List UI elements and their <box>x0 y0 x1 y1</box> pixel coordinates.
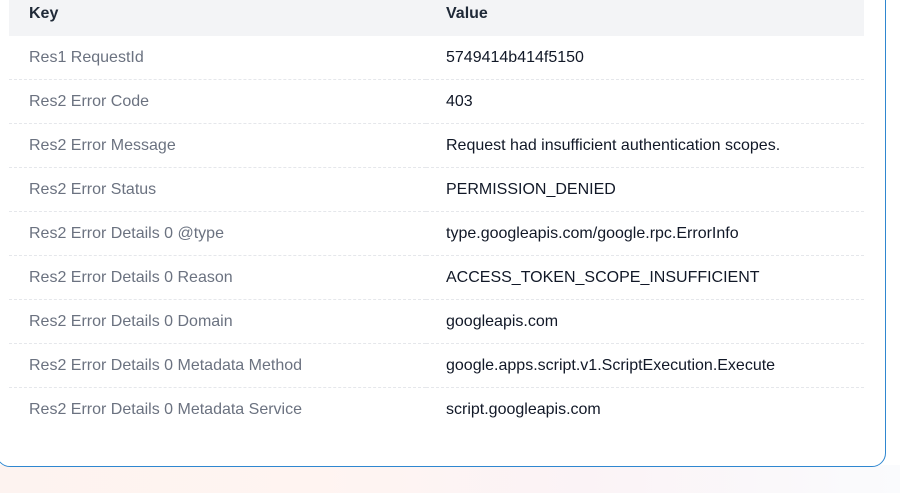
table-header-row: Key Value <box>9 0 864 36</box>
table-row: Res2 Error Details 0 Domain googleapis.c… <box>9 299 864 344</box>
row-key: Res2 Error Status <box>9 167 426 212</box>
background-glow <box>0 465 900 493</box>
row-value: Request had insufficient authentication … <box>426 123 864 168</box>
row-key: Res2 Error Details 0 Metadata Service <box>29 400 302 418</box>
table-row: Res1 RequestId 5749414b414f5150 <box>9 36 864 80</box>
row-value: PERMISSION_DENIED <box>426 167 864 212</box>
row-value: script.googleapis.com <box>446 400 601 418</box>
table-row: Res2 Error Code 403 <box>9 79 864 124</box>
key-value-table: Key Value Res1 RequestId 5749414b414f515… <box>9 0 864 431</box>
table-row: Res2 Error Status PERMISSION_DENIED <box>9 167 864 212</box>
row-value: 403 <box>426 79 864 124</box>
table-row: Res2 Error Details 0 Metadata Service sc… <box>9 388 864 432</box>
row-value: ACCESS_TOKEN_SCOPE_INSUFFICIENT <box>426 255 864 300</box>
table-header: Key Value <box>9 0 864 36</box>
page: Key Value Res1 RequestId 5749414b414f515… <box>0 0 900 493</box>
row-key: Res2 Error Code <box>9 79 426 124</box>
row-key: Res2 Error Details 0 Domain <box>9 299 426 344</box>
row-key: Res2 Error Details 0 Metadata Method <box>9 343 426 388</box>
row-value: 5749414b414f5150 <box>426 36 864 80</box>
response-details-panel: Key Value Res1 RequestId 5749414b414f515… <box>0 0 886 467</box>
column-header-value: Value <box>426 0 864 36</box>
column-header-key: Key <box>9 0 426 36</box>
row-value: type.googleapis.com/google.rpc.ErrorInfo <box>426 211 864 256</box>
table-body: Res1 RequestId 5749414b414f5150 Res2 Err… <box>9 36 864 431</box>
table-row: Res2 Error Details 0 @type type.googleap… <box>9 211 864 256</box>
table-row: Res2 Error Details 0 Reason ACCESS_TOKEN… <box>9 255 864 300</box>
row-value: google.apps.script.v1.ScriptExecution.Ex… <box>426 343 864 388</box>
row-key: Res1 RequestId <box>9 36 426 80</box>
row-key: Res2 Error Details 0 @type <box>9 211 426 256</box>
row-key: Res2 Error Message <box>9 123 426 168</box>
table-row: Res2 Error Message Request had insuffici… <box>9 123 864 168</box>
row-key: Res2 Error Details 0 Reason <box>9 255 426 300</box>
row-value: googleapis.com <box>426 299 864 344</box>
table-row: Res2 Error Details 0 Metadata Method goo… <box>9 343 864 388</box>
